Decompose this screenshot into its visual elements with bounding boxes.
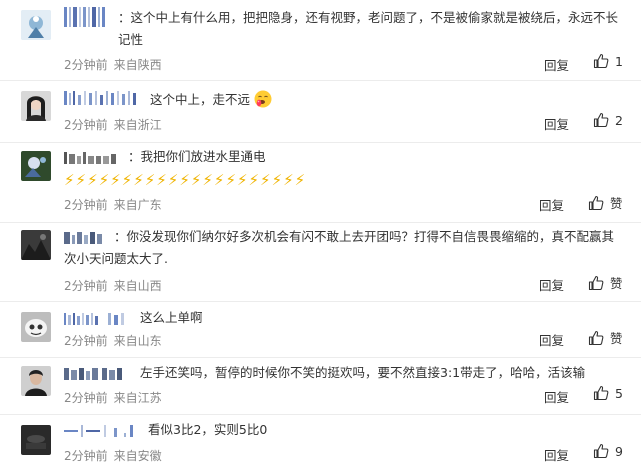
comment-text: 看似3比2，实则5比0 (148, 422, 268, 437)
comment-time: 2分钟前 (64, 118, 108, 132)
reply-button[interactable]: 回复 (539, 275, 564, 294)
comment-time: 2分钟前 (64, 391, 108, 405)
comment-location: 来自江苏 (113, 391, 162, 405)
comment-item: 这么上单啊 2分钟前 来自山东 回复 赞 (0, 301, 641, 358)
reply-button[interactable]: 回复 (539, 195, 564, 214)
comment-item: ：这个中上有什么用，把把隐身，还有视野，老问题了，不是被偷家就是被绕后，永远不长… (0, 0, 641, 81)
thumbs-up-icon (593, 443, 609, 459)
like-count: 2 (615, 112, 623, 128)
comment-meta: 2分钟前 来自江苏 (64, 389, 168, 406)
avatar[interactable] (21, 230, 51, 260)
thumbs-up-icon (593, 385, 609, 401)
reply-button[interactable]: 回复 (544, 445, 569, 464)
like-count: 1 (615, 53, 623, 69)
lightning-emoji-row: ⚡⚡⚡⚡⚡⚡⚡⚡⚡⚡⚡⚡⚡⚡⚡⚡⚡⚡⚡⚡⚡ (64, 171, 307, 189)
like-button[interactable]: 9 (593, 443, 623, 459)
username-image[interactable] (64, 150, 122, 164)
thumbs-up-icon (593, 53, 609, 69)
comment-item: 左手还笑吗，暂停的时候你不笑的挺欢吗，要不然直接3:1带走了，哈哈，活该输 2分… (0, 357, 641, 415)
drooling-face-emoji-icon (254, 90, 272, 108)
comment-text: 这么上单啊 (140, 310, 203, 325)
avatar[interactable] (21, 10, 51, 40)
comment-item: 看似3比2，实则5比0 2分钟前 来自安徽 回复 9 (0, 414, 641, 473)
comment-item: ：你没发现你们纳尔好多次机会有闪不敢上去开团吗？打得不自信畏畏缩缩的，真不配赢其… (0, 222, 641, 302)
comment-time: 2分钟前 (64, 58, 108, 72)
reply-button[interactable]: 回复 (539, 330, 564, 349)
reply-button[interactable]: 回复 (544, 387, 569, 406)
comment-meta: 2分钟前 来自山东 (64, 332, 168, 349)
comment-location: 来自广东 (113, 198, 162, 212)
comment-colon: ： (128, 149, 141, 164)
comment-text: 左手还笑吗，暂停的时候你不笑的挺欢吗，要不然直接3:1带走了，哈哈，活该输 (140, 365, 586, 380)
comment-location: 来自山西 (113, 279, 162, 293)
comment-meta: 2分钟前 来自山西 (64, 277, 168, 294)
comment-item: 这个中上，走不远 2分钟前 来自浙江 回复 2 (0, 80, 641, 143)
comment-location: 来自陕西 (113, 58, 162, 72)
like-count: 赞 (610, 276, 623, 291)
comment-location: 来自安徽 (113, 449, 162, 463)
username-image[interactable] (64, 89, 142, 105)
avatar[interactable] (21, 366, 51, 396)
comment-location: 来自浙江 (113, 118, 162, 132)
comment-time: 2分钟前 (64, 334, 108, 348)
comment-text: ：我把你们放进水里通电 (128, 149, 266, 164)
comment-time: 2分钟前 (64, 449, 108, 463)
comment-text: ：你没发现你们纳尔好多次机会有闪不敢上去开团吗？打得不自信畏畏缩缩的，真不配赢其… (64, 229, 615, 266)
like-count: 9 (615, 443, 623, 459)
comment-text: 这个中上，走不远 (150, 89, 623, 111)
like-button[interactable]: 2 (593, 112, 623, 128)
like-button[interactable]: 赞 (588, 328, 623, 347)
username-image[interactable] (64, 366, 126, 380)
comment-time: 2分钟前 (64, 279, 108, 293)
reply-button[interactable]: 回复 (544, 114, 569, 133)
comment-meta: 2分钟前 来自安徽 (64, 447, 168, 464)
username-image[interactable] (64, 423, 138, 437)
avatar[interactable] (21, 151, 51, 181)
comment-meta: 2分钟前 来自陕西 (64, 56, 168, 73)
avatar[interactable] (21, 425, 51, 455)
like-count: 赞 (610, 196, 623, 211)
like-button[interactable]: 5 (593, 385, 623, 401)
comment-item: ：我把你们放进水里通电 ⚡⚡⚡⚡⚡⚡⚡⚡⚡⚡⚡⚡⚡⚡⚡⚡⚡⚡⚡⚡⚡ 2分钟前 来自… (0, 142, 641, 223)
comment-colon: ： (118, 10, 131, 25)
like-button[interactable]: 赞 (588, 273, 623, 292)
avatar[interactable] (21, 312, 51, 342)
like-button[interactable]: 1 (593, 53, 623, 69)
thumbs-up-icon (588, 195, 604, 210)
comment-text: ：这个中上有什么用，把把隐身，还有视野，老问题了，不是被偷家就是被绕后，永远不长… (118, 10, 619, 47)
avatar[interactable] (21, 91, 51, 121)
username-image[interactable] (64, 6, 110, 27)
like-count: 5 (615, 385, 623, 401)
comment-time: 2分钟前 (64, 198, 108, 212)
comment-location: 来自山东 (113, 334, 162, 348)
thumbs-up-icon (588, 330, 604, 345)
comment-meta: 2分钟前 来自广东 (64, 196, 168, 213)
comment-colon: ： (114, 229, 127, 244)
like-button[interactable]: 赞 (588, 193, 623, 212)
thumbs-up-icon (593, 112, 609, 128)
thumbs-up-icon (588, 275, 604, 290)
username-image[interactable] (64, 311, 134, 325)
like-count: 赞 (610, 331, 623, 346)
reply-button[interactable]: 回复 (544, 55, 569, 74)
comment-meta: 2分钟前 来自浙江 (64, 116, 168, 133)
